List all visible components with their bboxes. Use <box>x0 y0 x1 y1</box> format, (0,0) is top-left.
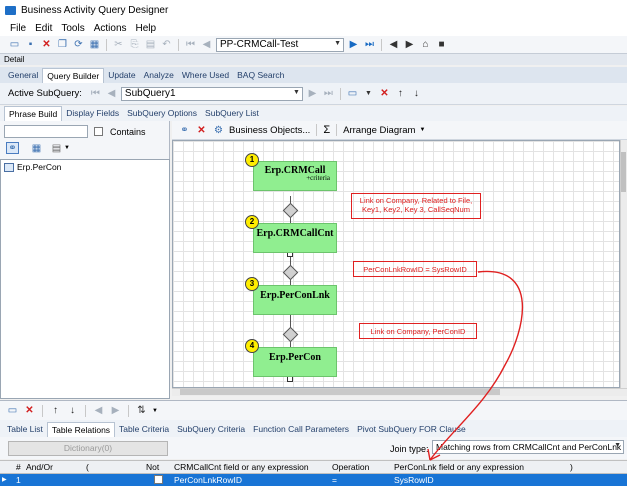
annotation-arrow <box>427 270 523 461</box>
